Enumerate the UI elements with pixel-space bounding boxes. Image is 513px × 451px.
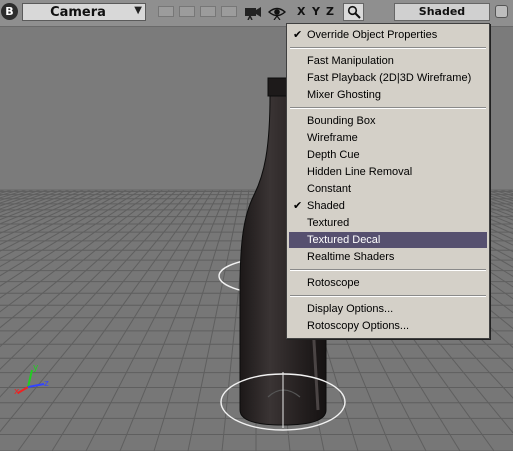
chevron-down-icon: ▼ (134, 5, 142, 16)
layout-slot-2[interactable] (179, 6, 195, 17)
layout-slot-4[interactable] (221, 6, 237, 17)
menu-item-wireframe[interactable]: Wireframe (289, 130, 487, 146)
menu-separator (290, 269, 486, 271)
viewport-letter-badge[interactable]: B (1, 3, 18, 20)
film-camera-icon[interactable] (244, 4, 262, 20)
menu-item-label: Fast Playback (2D|3D Wireframe) (307, 72, 472, 84)
menu-item-display-options[interactable]: Display Options... (289, 301, 487, 317)
menu-item-label: Depth Cue (307, 149, 360, 161)
menu-item-label: Display Options... (307, 303, 394, 315)
menu-separator (290, 107, 486, 109)
menu-item-realtime-shaders[interactable]: Realtime Shaders (289, 249, 487, 265)
menu-separator (290, 295, 486, 297)
camera-selector[interactable]: Camera ▼ (22, 3, 146, 21)
menu-item-mixer-ghosting[interactable]: Mixer Ghosting (289, 87, 487, 103)
menu-item-rotoscope[interactable]: Rotoscope (289, 275, 487, 291)
layout-slot-1[interactable] (158, 6, 174, 17)
axis-x-label: x (14, 387, 20, 397)
menu-item-textured[interactable]: Textured (289, 215, 487, 231)
menu-item-label: Textured (307, 217, 350, 229)
axis-z-button[interactable]: Z (326, 5, 334, 18)
layout-slot-3[interactable] (200, 6, 216, 17)
menu-item-label: Bounding Box (307, 115, 376, 127)
menu-item-fast-manipulation[interactable]: Fast Manipulation (289, 53, 487, 69)
menu-item-label: Rotoscope (307, 277, 360, 289)
menu-item-label: Wireframe (307, 132, 358, 144)
eye-icon[interactable] (268, 4, 286, 20)
axis-y-label: y (33, 363, 39, 373)
menu-item-label: Hidden Line Removal (307, 166, 413, 178)
check-icon: ✔ (293, 29, 303, 41)
check-icon: ✔ (293, 200, 303, 212)
menu-item-label: Shaded (307, 200, 345, 212)
menu-item-label: Textured Decal (307, 234, 381, 246)
magnifier-icon[interactable] (343, 3, 364, 21)
menu-item-textured-decal[interactable]: Textured Decal (289, 232, 487, 248)
menu-item-label: Override Object Properties (307, 29, 438, 41)
menu-item-shaded[interactable]: ✔ Shaded (289, 198, 487, 214)
menu-item-label: Realtime Shaders (307, 251, 395, 263)
camera-label: Camera (50, 5, 106, 20)
menu-item-rotoscopy-options[interactable]: Rotoscopy Options... (289, 318, 487, 334)
axis-x-button[interactable]: X (297, 5, 305, 18)
shading-mode-button[interactable]: Shaded (394, 3, 490, 21)
menu-item-override-object-properties[interactable]: ✔ Override Object Properties (289, 27, 487, 43)
menu-separator (290, 47, 486, 49)
shading-menu: ✔ Override Object Properties Fast Manipul… (286, 23, 490, 339)
axis-z-label: z (44, 379, 49, 389)
menu-item-constant[interactable]: Constant (289, 181, 487, 197)
menu-item-label: Rotoscopy Options... (307, 320, 410, 332)
menu-item-label: Constant (307, 183, 352, 195)
menu-item-fast-playback[interactable]: Fast Playback (2D|3D Wireframe) (289, 70, 487, 86)
menu-item-label: Fast Manipulation (307, 55, 394, 67)
menu-item-depth-cue[interactable]: Depth Cue (289, 147, 487, 163)
viewport[interactable]: x y z B Camera ▼ X Y Z Shaded ✔ Override… (0, 0, 513, 451)
axis-y-button[interactable]: Y (312, 5, 320, 18)
menu-item-hidden-line-removal[interactable]: Hidden Line Removal (289, 164, 487, 180)
menu-item-label: Mixer Ghosting (307, 89, 381, 101)
menu-item-bounding-box[interactable]: Bounding Box (289, 113, 487, 129)
maximize-button[interactable] (495, 5, 508, 18)
